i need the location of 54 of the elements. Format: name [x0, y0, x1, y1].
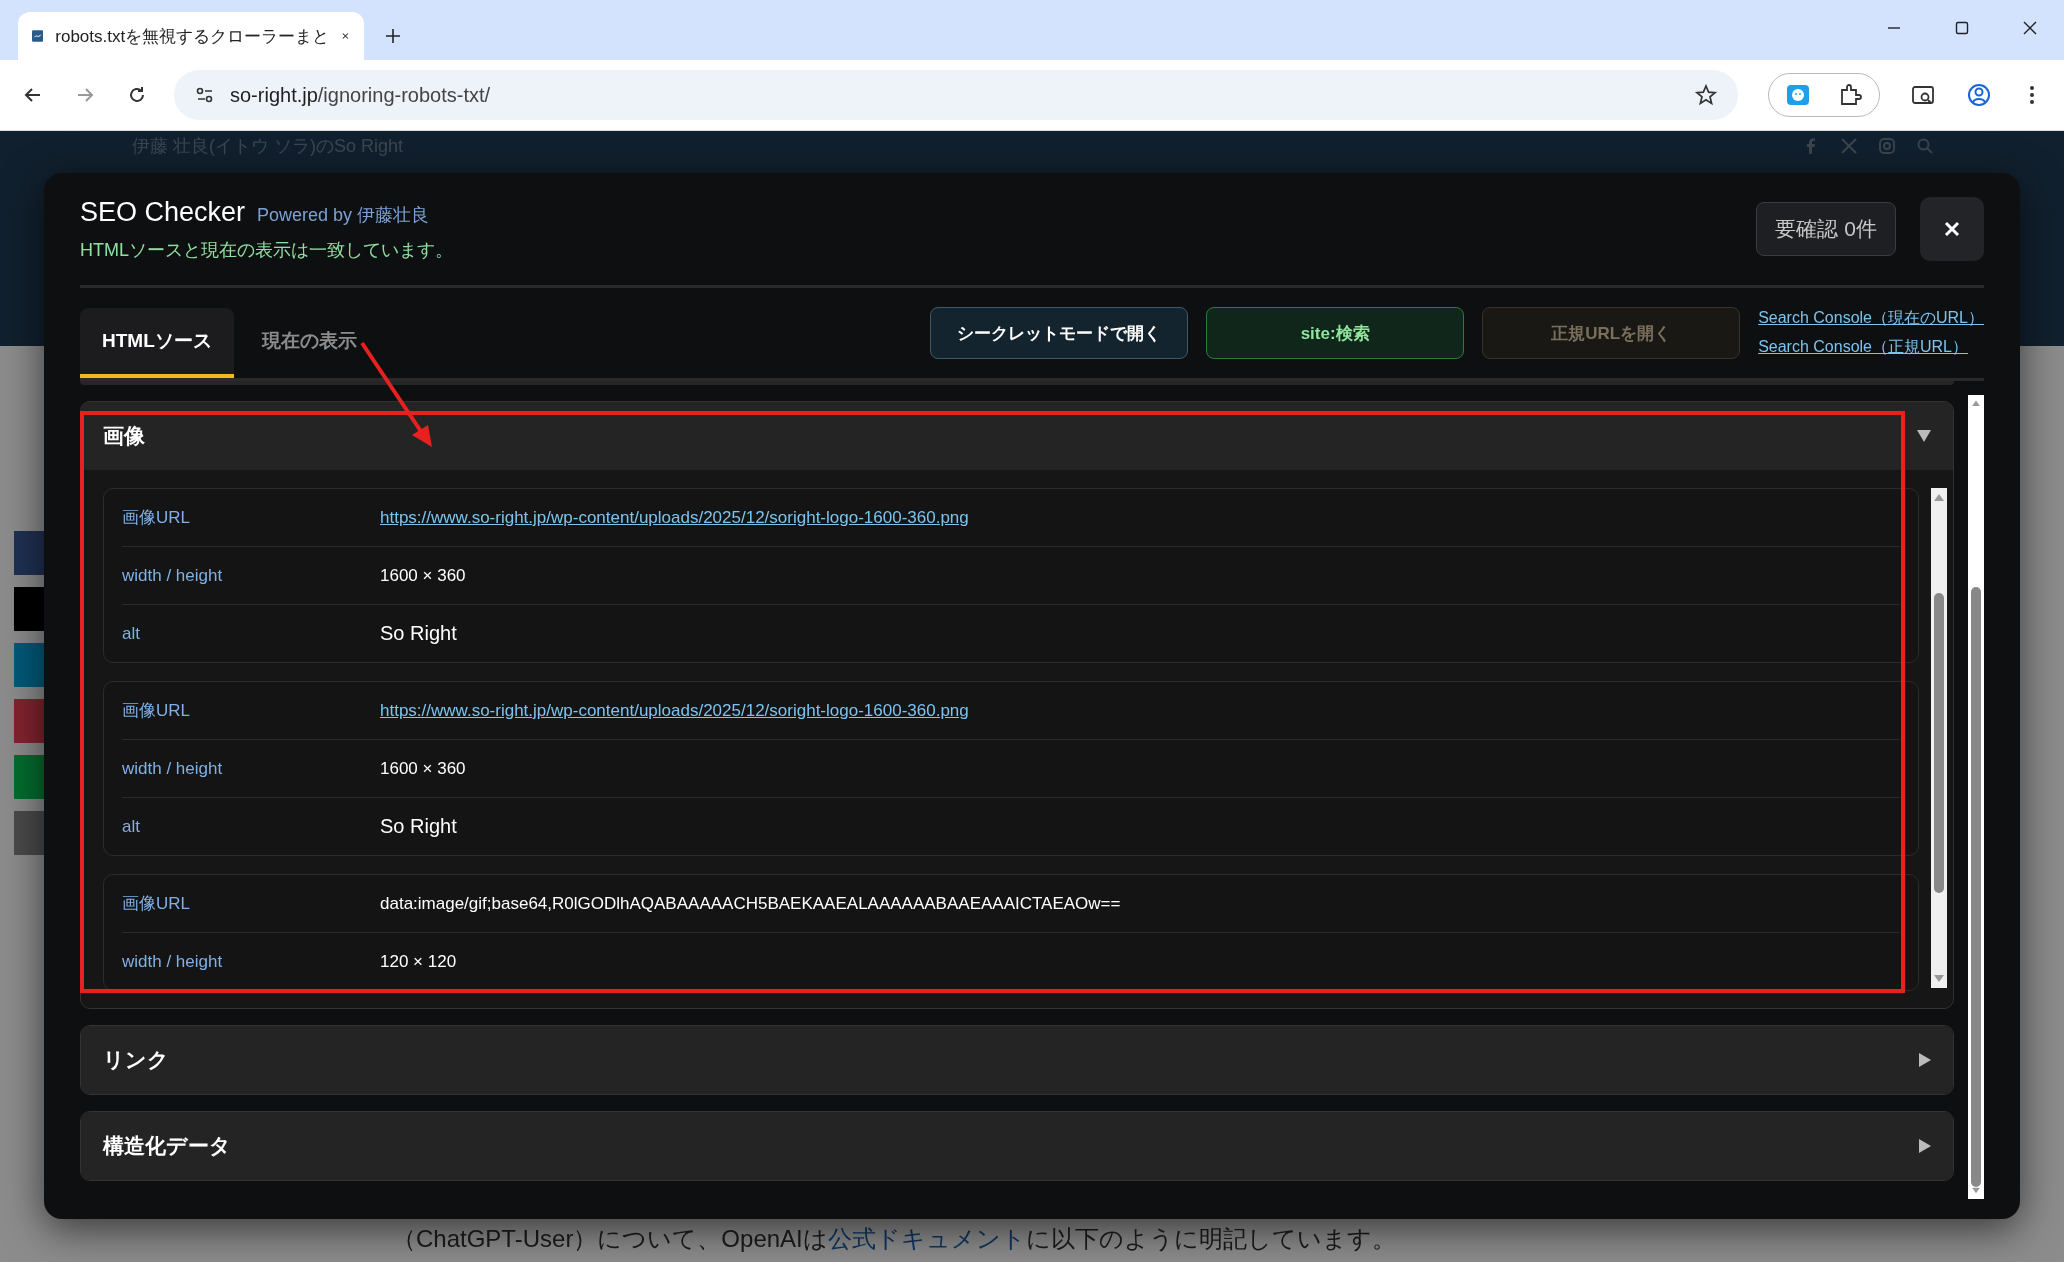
section-header[interactable]: 構造化データ: [81, 1112, 1953, 1180]
search-icon[interactable]: [1916, 137, 1934, 155]
panel-title: SEO Checker: [80, 196, 246, 228]
extension-face-icon[interactable]: [1785, 82, 1811, 108]
action-button[interactable]: site:検索: [1206, 307, 1465, 359]
bookmark-star-icon[interactable]: [1694, 83, 1718, 107]
search-console-link[interactable]: Search Console（正規URL）: [1758, 337, 1984, 358]
article-paragraph: （ChatGPT-User）について、OpenAIは公式ドキュメント に以下のように明記しています。: [392, 1224, 1396, 1254]
close-icon: [1943, 220, 1961, 238]
field-label: width / height: [122, 951, 224, 972]
x-logo-icon[interactable]: [1840, 137, 1858, 155]
section-title: リンク: [103, 1047, 169, 1073]
scrollbar[interactable]: [1968, 395, 1984, 1199]
scroll-up-icon[interactable]: [1970, 399, 1982, 407]
instagram-icon[interactable]: [1878, 137, 1896, 155]
action-button[interactable]: 正規URLを開く: [1482, 307, 1741, 359]
field-value: data:image/gif;base64,R0lGODlhAQABAAAAACH5BAEKAAEALAAAAAABAAEAAAICTAEAOw==: [380, 893, 1121, 914]
section-title: 構造化データ: [103, 1133, 231, 1159]
field-label: alt: [122, 623, 141, 644]
address-bar[interactable]: so-right.jp/ignoring-robots-txt/: [174, 70, 1738, 120]
review-count-badge: 要確認 0件: [1756, 202, 1896, 256]
scrollbar[interactable]: [1931, 488, 1947, 988]
search-console-link[interactable]: Search Console（現在のURL）: [1758, 308, 1984, 329]
close-icon[interactable]: [2022, 20, 2038, 36]
field-value: 1600 × 360: [380, 565, 466, 586]
section-header[interactable]: リンク: [81, 1026, 1953, 1094]
section-title: 画像: [103, 423, 145, 449]
status-message: HTMLソースと現在の表示は一致しています。: [80, 238, 453, 262]
scroll-down-icon[interactable]: [1933, 974, 1945, 984]
field-value: 120 × 120: [380, 951, 457, 972]
field-label: width / height: [122, 565, 224, 586]
view-tab[interactable]: HTMLソース: [80, 308, 234, 378]
profile-icon[interactable]: [1966, 82, 1992, 108]
field-value: So Right: [380, 815, 457, 838]
action-button[interactable]: シークレットモードで開く: [930, 307, 1189, 359]
scroll-up-icon[interactable]: [1933, 492, 1945, 502]
new-tab-icon[interactable]: [384, 27, 402, 45]
field-label: 画像URL: [122, 700, 191, 722]
browser-tab[interactable]: robots.txtを無視するクローラーまと: [18, 12, 364, 60]
field-label: 画像URL: [122, 893, 191, 915]
view-tab[interactable]: 現在の表示: [239, 308, 379, 378]
field-label: width / height: [122, 758, 224, 779]
close-button[interactable]: [1920, 197, 1984, 261]
url-text: so-right.jp/ignoring-robots-txt/: [230, 83, 492, 107]
field-label: 画像URL: [122, 507, 191, 529]
powered-by-text: Powered by 伊藤壮良: [257, 203, 430, 227]
image-url-link[interactable]: https://www.so-right.jp/wp-content/uploads/2025/12/soright-logo-1600-360.png: [380, 700, 969, 721]
field-value: So Right: [380, 622, 457, 645]
site-favicon-icon: [32, 27, 44, 45]
tab-title: robots.txtを無視するクローラーまと: [55, 25, 330, 48]
maximize-icon[interactable]: [1954, 20, 1970, 36]
field-value: 1600 × 360: [380, 758, 466, 779]
field-label: alt: [122, 816, 141, 837]
image-url-link[interactable]: https://www.so-right.jp/wp-content/uploads/2025/12/soright-logo-1600-360.png: [380, 507, 969, 528]
